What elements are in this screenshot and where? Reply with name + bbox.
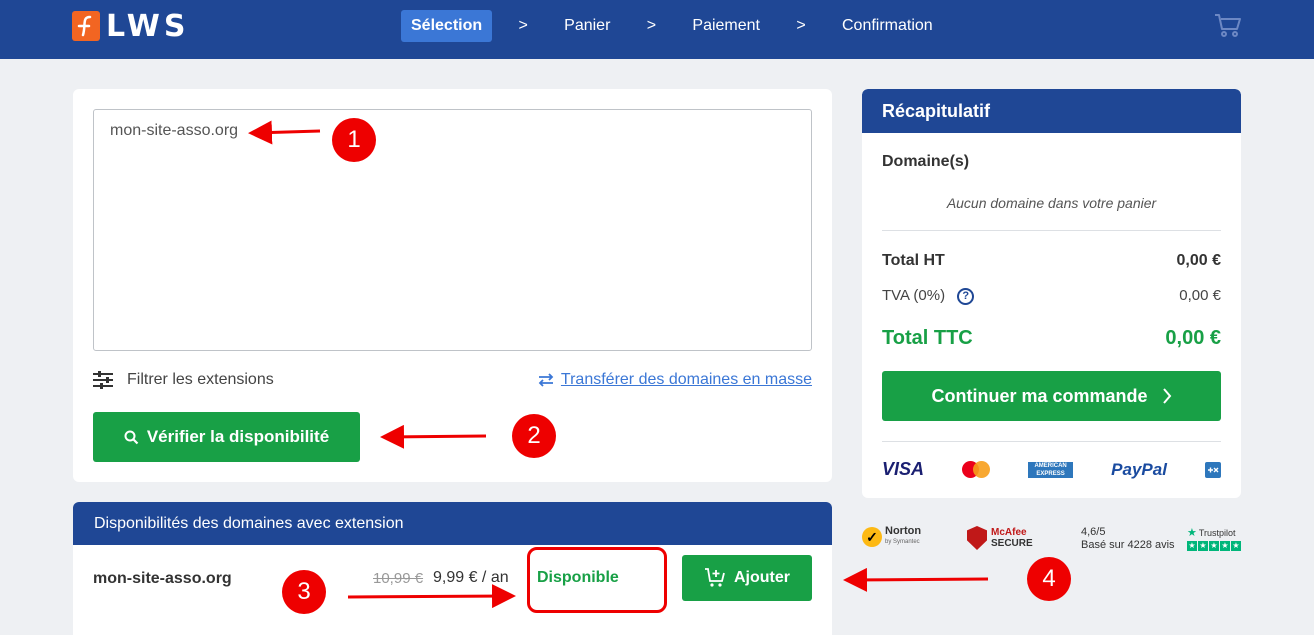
payment-methods: VISA AMERICAN EXPRESS PayPal [882, 459, 1221, 480]
help-icon[interactable]: ? [957, 287, 975, 305]
rating-count: Basé sur 4228 avis [1081, 539, 1175, 551]
sliders-icon [93, 371, 113, 389]
trustpilot-stars: ★ ★ ★ ★ ★ [1187, 541, 1241, 551]
checkout-steps: Sélection > Panier > Paiement > Confirma… [401, 10, 943, 42]
mcafee-label: McAfee [991, 527, 1027, 538]
norton-check-icon: ✓ [862, 527, 882, 547]
norton-badge: ✓ Norton by Symantec [862, 526, 921, 548]
total-ht-value: 0,00 € [1176, 252, 1221, 269]
old-price: 10,99 € [373, 570, 424, 587]
transfer-arrows-icon [538, 373, 554, 387]
rating-summary: 4,6/5 Basé sur 4228 avis [1081, 526, 1175, 552]
norton-label: Norton [885, 525, 922, 537]
total-ht-label: Total HT [882, 252, 945, 269]
step-paiement[interactable]: Paiement [682, 10, 770, 42]
step-selection[interactable]: Sélection [401, 10, 493, 42]
chevron-right-icon: > [646, 17, 657, 34]
total-ht-row: Total HT 0,00 € [882, 252, 1221, 270]
logo-mark-icon [72, 11, 100, 41]
top-navbar: LWS Sélection > Panier > Paiement > Conf… [0, 0, 1314, 59]
results-header: Disponibilités des domaines avec extensi… [73, 502, 832, 545]
continue-order-button[interactable]: Continuer ma commande [882, 371, 1221, 421]
rating-score: 4,6/5 [1081, 526, 1106, 538]
divider [882, 441, 1221, 442]
add-to-cart-label: Ajouter [734, 569, 790, 586]
tva-row: TVA (0%) ? 0,00 € [882, 287, 1221, 305]
logo-text: LWS [106, 8, 190, 44]
add-to-cart-button[interactable]: Ajouter [682, 555, 812, 601]
order-summary-card: Récapitulatif Domaine(s) Aucun domaine d… [862, 89, 1241, 498]
availability-results-card: Disponibilités des domaines avec extensi… [73, 502, 832, 635]
mastercard-logo [962, 461, 991, 478]
cart-icon[interactable] [1214, 13, 1242, 44]
mcafee-sub-label: SECURE [991, 538, 1033, 549]
mcafee-badge: McAfee SECURE [967, 526, 1033, 550]
verify-availability-button[interactable]: Vérifier la disponibilité [93, 412, 360, 462]
empty-cart-message: Aucun domaine dans votre panier [946, 195, 1157, 211]
lws-logo[interactable]: LWS [72, 8, 190, 44]
mcafee-shield-icon [967, 526, 987, 550]
paypal-logo: PayPal [1111, 459, 1167, 479]
total-ttc-value: 0,00 € [1165, 327, 1221, 349]
availability-status: Disponible [537, 569, 619, 586]
filter-extensions-label: Filtrer les extensions [127, 371, 274, 388]
bulk-transfer-link[interactable]: Transférer des domaines en masse [537, 371, 812, 389]
divider [882, 230, 1221, 231]
filter-extensions-toggle[interactable]: Filtrer les extensions [93, 371, 274, 389]
summary-title: Récapitulatif [862, 89, 1241, 133]
norton-sub-label: by Symantec [885, 539, 920, 545]
total-ttc-label: Total TTC [882, 327, 973, 349]
domain-search-card: Filtrer les extensions Transférer des do… [73, 89, 832, 482]
cb-card-icon [1204, 461, 1221, 478]
tva-value: 0,00 € [1179, 287, 1221, 305]
verify-availability-label: Vérifier la disponibilité [146, 427, 330, 446]
trustpilot-label: Trustpilot [1198, 527, 1236, 538]
tva-label: TVA (0%) [882, 287, 946, 304]
result-domain-name: mon-site-asso.org [93, 570, 232, 587]
visa-logo: VISA [882, 459, 925, 479]
search-icon [124, 430, 139, 444]
domains-section-title: Domaine(s) [882, 153, 970, 170]
domain-search-textarea[interactable] [93, 109, 812, 351]
amex-logo: AMERICAN EXPRESS [1028, 461, 1074, 478]
trustpilot-badge[interactable]: ★ Trustpilot ★ ★ ★ ★ ★ [1187, 526, 1241, 551]
trustpilot-star-icon: ★ [1187, 527, 1197, 539]
result-row: mon-site-asso.org 10,99 € 9,99 € / an Di… [73, 545, 832, 615]
continue-order-label: Continuer ma commande [931, 385, 1148, 406]
total-ttc-row: Total TTC 0,00 € [882, 327, 1221, 350]
annotation-step-4: 4 [1027, 557, 1071, 601]
chevron-right-icon: > [518, 17, 528, 34]
chevron-right-icon: > [796, 17, 806, 34]
step-panier[interactable]: Panier [554, 10, 620, 42]
current-price: 9,99 € / an [433, 569, 509, 586]
chevron-right-icon [1162, 388, 1171, 404]
step-confirmation[interactable]: Confirmation [832, 10, 943, 42]
cart-plus-icon [705, 568, 725, 587]
bulk-transfer-label: Transférer des domaines en masse [560, 371, 812, 388]
